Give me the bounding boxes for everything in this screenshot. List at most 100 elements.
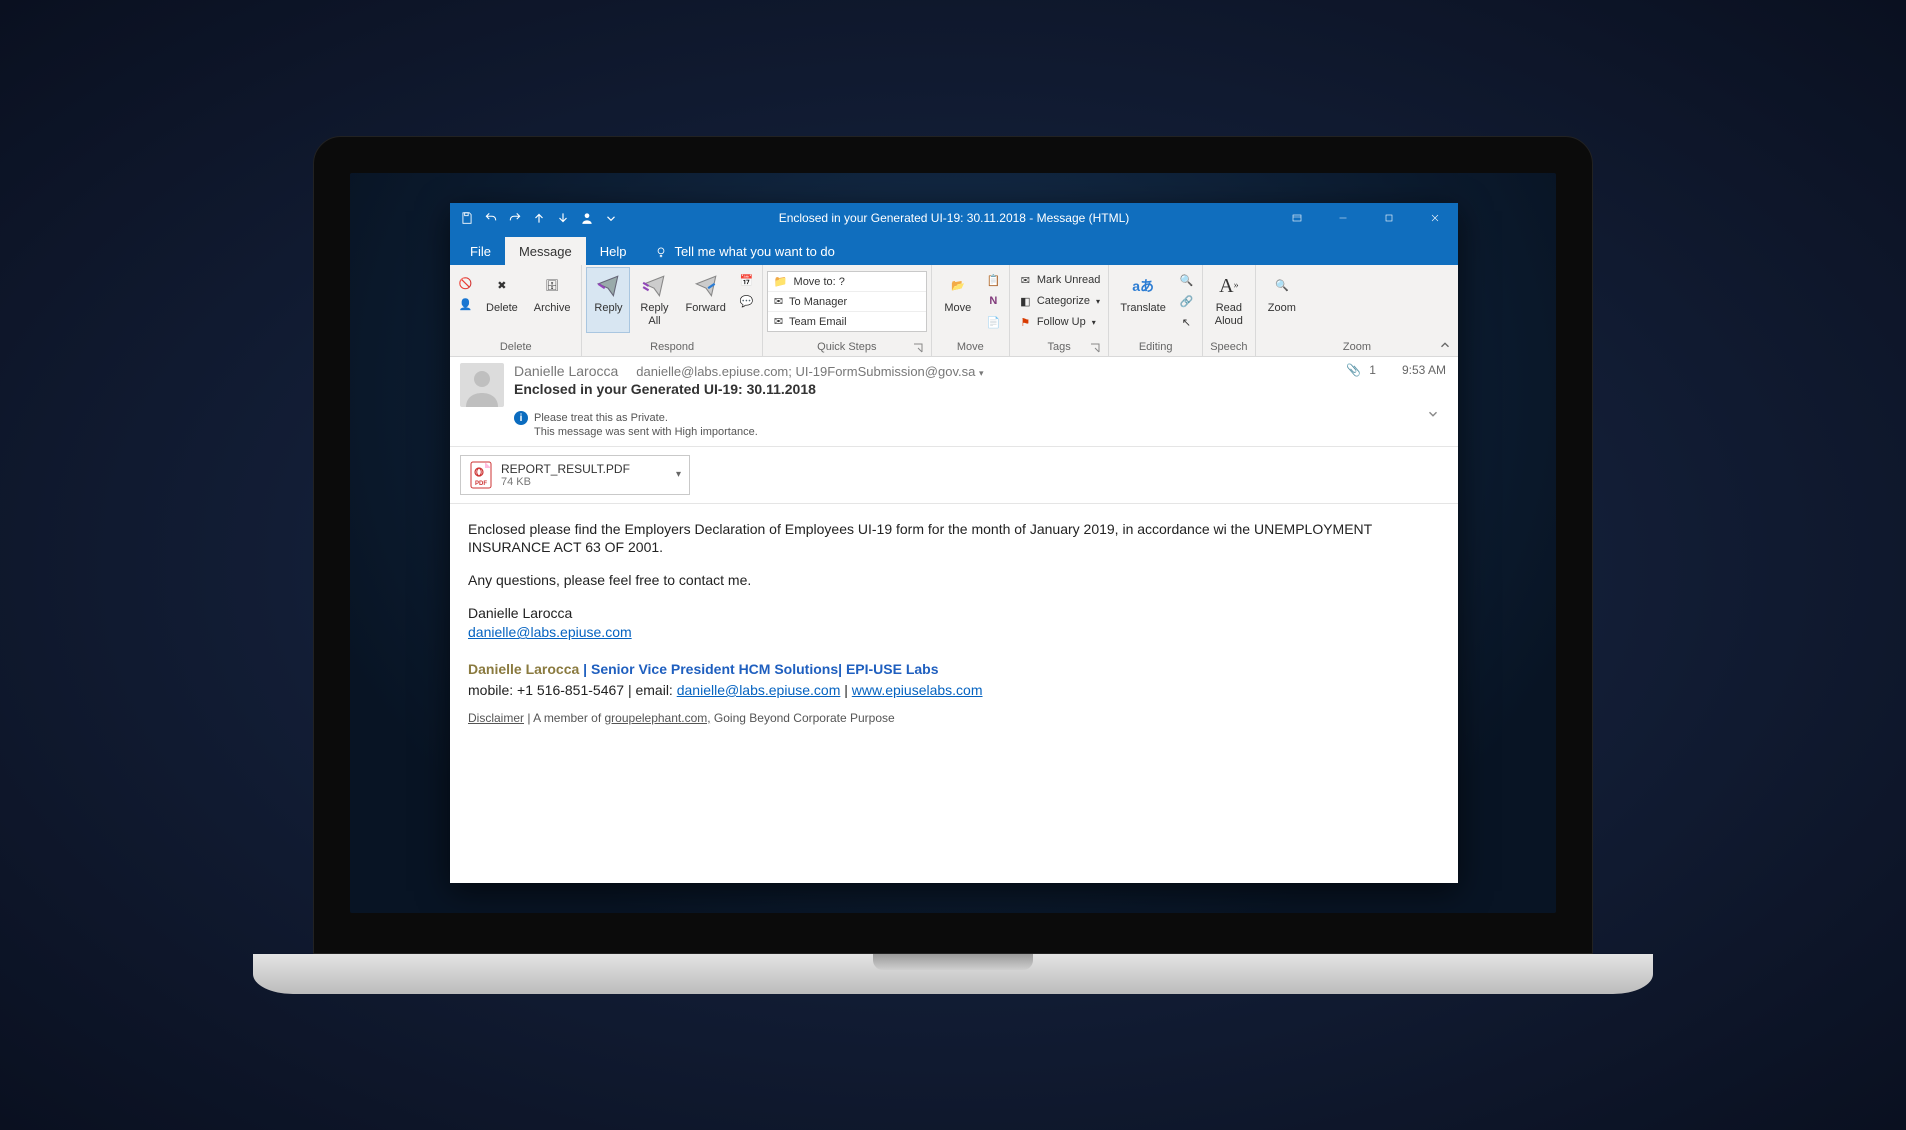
move-label: Move	[944, 302, 971, 315]
redo-icon[interactable]	[504, 207, 526, 229]
attachment-name: REPORT_RESULT.PDF	[501, 462, 630, 476]
categorize-button[interactable]: ◧Categorize▾	[1014, 291, 1105, 311]
privacy-note: Please treat this as Private.	[534, 411, 758, 425]
forward-icon	[692, 272, 720, 300]
save-icon[interactable]	[456, 207, 478, 229]
junk-button[interactable]: 👤	[454, 294, 477, 314]
zoom-icon: 🔍	[1268, 272, 1296, 300]
select-button[interactable]: ↖	[1175, 312, 1198, 332]
translate-button[interactable]: aあ Translate	[1113, 267, 1172, 333]
maximize-button[interactable]	[1366, 203, 1412, 233]
close-button[interactable]	[1412, 203, 1458, 233]
meeting-button[interactable]: 📅	[735, 270, 758, 290]
read-aloud-icon: A»	[1215, 272, 1243, 300]
tell-me-search[interactable]: Tell me what you want to do	[640, 244, 848, 265]
archive-icon: 🗄	[538, 272, 566, 300]
group-speech: A» Read Aloud Speech	[1203, 265, 1256, 356]
group-label-move: Move	[936, 340, 1005, 356]
follow-up-button[interactable]: ⚑Follow Up▾	[1014, 312, 1105, 332]
expand-header-button[interactable]	[1426, 407, 1446, 424]
info-bar: i Please treat this as Private. This mes…	[514, 411, 758, 440]
ribbon-display-options-icon[interactable]	[1274, 203, 1320, 233]
body-paragraph: Enclosed please find the Employers Decla…	[468, 520, 1440, 558]
message-body: Enclosed please find the Employers Decla…	[450, 504, 1458, 883]
actions-button[interactable]: 📄	[982, 312, 1005, 332]
reply-icon	[594, 272, 622, 300]
minimize-button[interactable]	[1320, 203, 1366, 233]
tab-help[interactable]: Help	[586, 237, 641, 265]
find-button[interactable]: 🔍	[1175, 270, 1198, 290]
reply-label: Reply	[594, 302, 622, 315]
lightbulb-icon	[654, 245, 668, 259]
signature-name: Danielle Larocca	[468, 605, 572, 621]
up-arrow-icon[interactable]	[528, 207, 550, 229]
forward-button[interactable]: Forward	[678, 267, 732, 333]
quick-access-toolbar	[450, 207, 628, 229]
window-controls	[1274, 203, 1458, 233]
translate-label: Translate	[1120, 302, 1165, 315]
translate-icon: aあ	[1129, 272, 1157, 300]
group-label-delete: Delete	[454, 340, 577, 356]
laptop-base	[253, 954, 1653, 994]
flag-icon: ⚑	[1018, 315, 1033, 330]
signature-email-link[interactable]: danielle@labs.epiuse.com	[677, 682, 841, 698]
group-delete: 🚫 👤 ✖ Delete 🗄 Archive	[450, 265, 582, 356]
disclaimer-link[interactable]: Disclaimer	[468, 711, 524, 725]
quick-steps-gallery[interactable]: 📁Move to: ? ✉To Manager ✉Team Email	[767, 271, 927, 332]
mark-unread-button[interactable]: ✉Mark Unread	[1014, 270, 1105, 290]
forward-label: Forward	[685, 302, 725, 315]
signature-mobile: mobile: +1 516-851-5467 | email:	[468, 682, 677, 698]
collapse-ribbon-icon[interactable]	[1438, 338, 1452, 352]
move-button[interactable]: 📂 Move	[936, 267, 980, 333]
search-icon: 🔍	[1179, 273, 1194, 288]
group-quick-steps: 📁Move to: ? ✉To Manager ✉Team Email Quic…	[763, 265, 932, 356]
group-label-tags: Tags	[1014, 340, 1105, 356]
person-icon[interactable]	[576, 207, 598, 229]
ignore-button[interactable]: 🚫	[454, 273, 477, 293]
qs-team-email[interactable]: ✉Team Email	[768, 312, 926, 331]
rules-button[interactable]: 📋	[982, 270, 1005, 290]
more-respond-button[interactable]: 💬	[735, 291, 758, 311]
read-aloud-button[interactable]: A» Read Aloud	[1207, 267, 1251, 333]
folder-move-icon: 📁	[774, 275, 788, 288]
archive-button[interactable]: 🗄 Archive	[527, 267, 578, 333]
reply-button[interactable]: Reply	[586, 267, 630, 333]
info-icon: i	[514, 411, 528, 425]
dialog-launcher-icon[interactable]	[913, 343, 923, 353]
undo-icon[interactable]	[480, 207, 502, 229]
related-button[interactable]: 🔗	[1175, 291, 1198, 311]
categorize-icon: ◧	[1018, 294, 1033, 309]
delete-icon: ✖	[488, 272, 516, 300]
group-label-zoom: Zoom	[1260, 340, 1454, 356]
onenote-button[interactable]: N	[982, 291, 1005, 311]
laptop-notch	[873, 954, 1033, 970]
qs-move-to[interactable]: 📁Move to: ?	[768, 272, 926, 292]
chevron-down-icon[interactable]: ▾	[979, 368, 984, 378]
tab-message[interactable]: Message	[505, 237, 586, 265]
delete-label: Delete	[486, 302, 518, 315]
reply-all-label: Reply All	[640, 302, 668, 327]
down-arrow-icon[interactable]	[552, 207, 574, 229]
signature-email-link[interactable]: danielle@labs.epiuse.com	[468, 624, 632, 640]
delete-button[interactable]: ✖ Delete	[479, 267, 525, 333]
zoom-button[interactable]: 🔍 Zoom	[1260, 267, 1304, 333]
subject: Enclosed in your Generated UI-19: 30.11.…	[514, 381, 1336, 397]
paperclip-icon: 📎	[1346, 363, 1361, 377]
cursor-icon: ↖	[1179, 315, 1194, 330]
qat-dropdown-icon[interactable]	[600, 207, 622, 229]
attachment-chip[interactable]: PDF REPORT_RESULT.PDF 74 KB ▾	[460, 455, 690, 495]
dialog-launcher-icon[interactable]	[1090, 343, 1100, 353]
signature-bold-name: Danielle Larocca	[468, 661, 579, 677]
junk-icon: 👤	[458, 297, 473, 312]
message-meta: 📎 1 9:53 AM	[1346, 363, 1446, 377]
groupelephant-link[interactable]: groupelephant.com,	[605, 711, 711, 725]
signature-company: EPI-USE Labs	[846, 661, 939, 677]
reply-all-button[interactable]: Reply All	[632, 267, 676, 333]
tab-file[interactable]: File	[456, 237, 505, 265]
group-move: 📂 Move 📋 N 📄 Move	[932, 265, 1010, 356]
qs-to-manager[interactable]: ✉To Manager	[768, 292, 926, 312]
attachment-dropdown-icon[interactable]: ▾	[662, 469, 681, 480]
signature-website-link[interactable]: www.epiuselabs.com	[852, 682, 983, 698]
envelope-closed-icon: ✉	[1018, 273, 1033, 288]
tell-me-label: Tell me what you want to do	[674, 244, 834, 259]
